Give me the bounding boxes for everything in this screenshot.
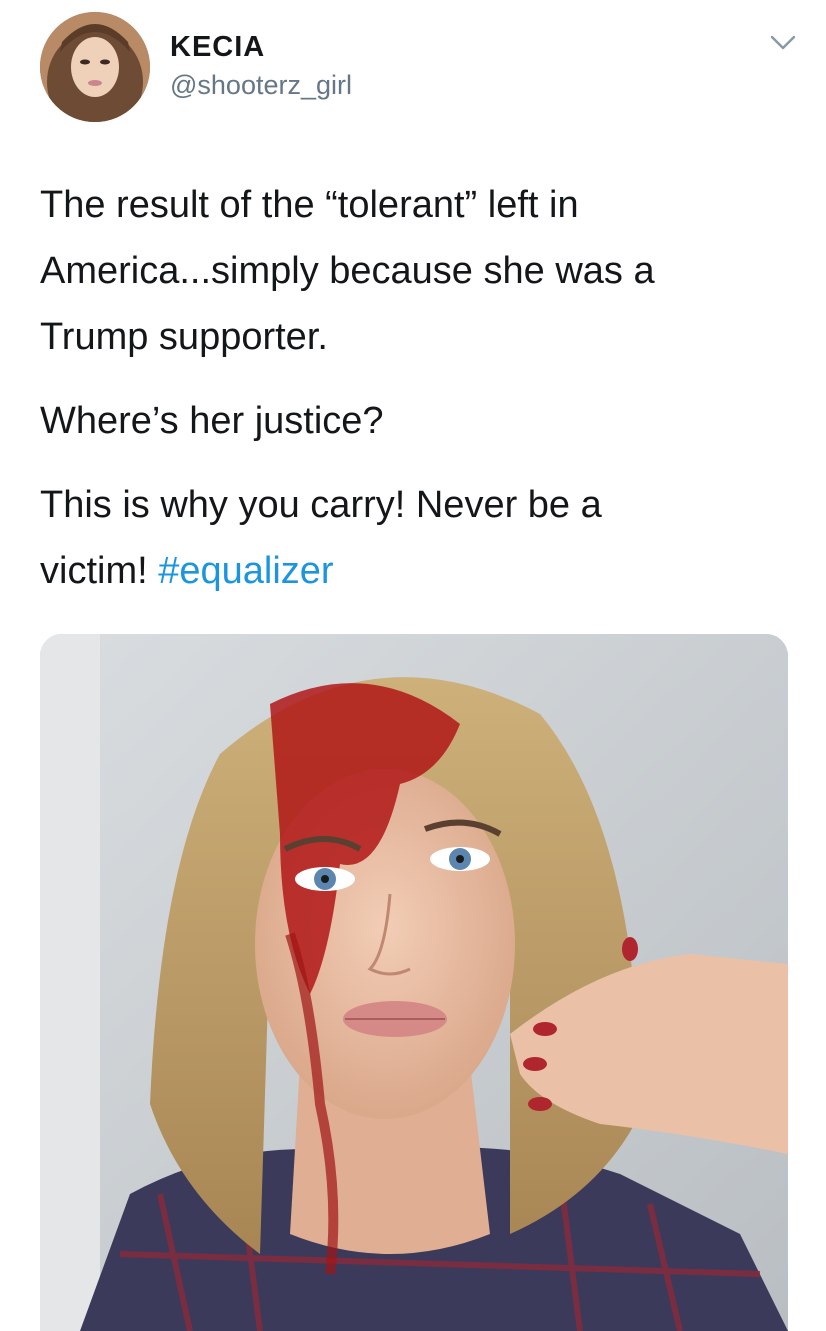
tweet: KECIA @shooterz_girl The result of the “…	[0, 0, 826, 1331]
display-name[interactable]: KECIA	[170, 30, 352, 64]
tweet-text-line: America...simply because she was a	[40, 250, 655, 292]
author-names: KECIA @shooterz_girl	[170, 30, 352, 102]
avatar[interactable]	[40, 12, 150, 122]
tweet-photo[interactable]	[40, 634, 788, 1331]
tweet-text: The result of the “tolerant” left in Ame…	[40, 172, 800, 604]
tweet-header: KECIA @shooterz_girl	[40, 12, 800, 124]
tweet-text-line: This is why you carry! Never be a	[40, 484, 602, 526]
tweet-text-line: Where’s her justice?	[40, 400, 384, 442]
photo-image	[40, 634, 788, 1331]
chevron-down-icon[interactable]	[768, 32, 798, 54]
hashtag-link[interactable]: #equalizer	[158, 550, 333, 592]
user-handle[interactable]: @shooterz_girl	[170, 68, 352, 102]
tweet-text-line-last: victim! #equalizer	[40, 538, 800, 604]
profile-photo-icon	[40, 12, 150, 122]
tweet-text-fragment: victim!	[40, 550, 159, 592]
tweet-text-line: Trump supporter.	[40, 316, 328, 358]
tweet-text-line: The result of the “tolerant” left in	[40, 184, 579, 226]
